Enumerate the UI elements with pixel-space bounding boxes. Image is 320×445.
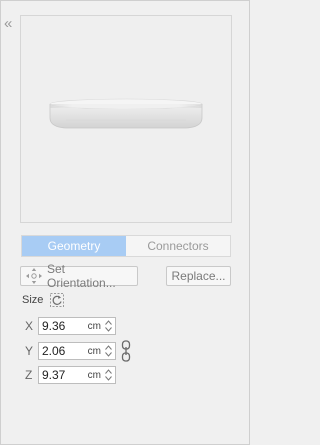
size-x-unit: cm [87,320,101,332]
size-label: Size [22,294,44,306]
model-preview-shape [49,98,203,129]
tab-connectors[interactable]: Connectors [126,236,230,256]
collapse-panel-icon[interactable]: « [4,15,18,33]
size-z-value[interactable]: 9.37 [39,368,88,382]
set-orientation-label: Set Orientation... [47,262,116,290]
size-z-unit: cm [87,369,101,381]
size-y-unit: cm [87,345,101,357]
size-x-field[interactable]: 9.36 cm [38,317,116,335]
size-y-field[interactable]: 2.06 cm [38,342,116,360]
lock-proportions-icon[interactable] [121,340,131,362]
size-y-value[interactable]: 2.06 [39,344,88,358]
move-arrows-icon [26,268,42,284]
tab-geometry[interactable]: Geometry [22,236,126,256]
y-axis-label: Y [25,344,34,358]
y-spinner-icon[interactable] [104,344,113,358]
reset-size-icon[interactable] [49,292,65,308]
object-properties-panel: « Geometry Connectors Set Orientation...… [0,0,250,445]
x-spinner-icon[interactable] [104,319,113,333]
z-axis-label: Z [25,368,33,382]
model-preview[interactable] [20,15,232,223]
size-x-value[interactable]: 9.36 [39,319,88,333]
replace-label: Replace... [171,269,226,283]
size-z-field[interactable]: 9.37 cm [38,366,116,384]
replace-button[interactable]: Replace... [166,266,231,286]
z-spinner-icon[interactable] [104,368,113,382]
x-axis-label: X [25,319,34,333]
properties-tabs: Geometry Connectors [21,235,231,257]
set-orientation-button[interactable]: Set Orientation... [20,262,138,290]
